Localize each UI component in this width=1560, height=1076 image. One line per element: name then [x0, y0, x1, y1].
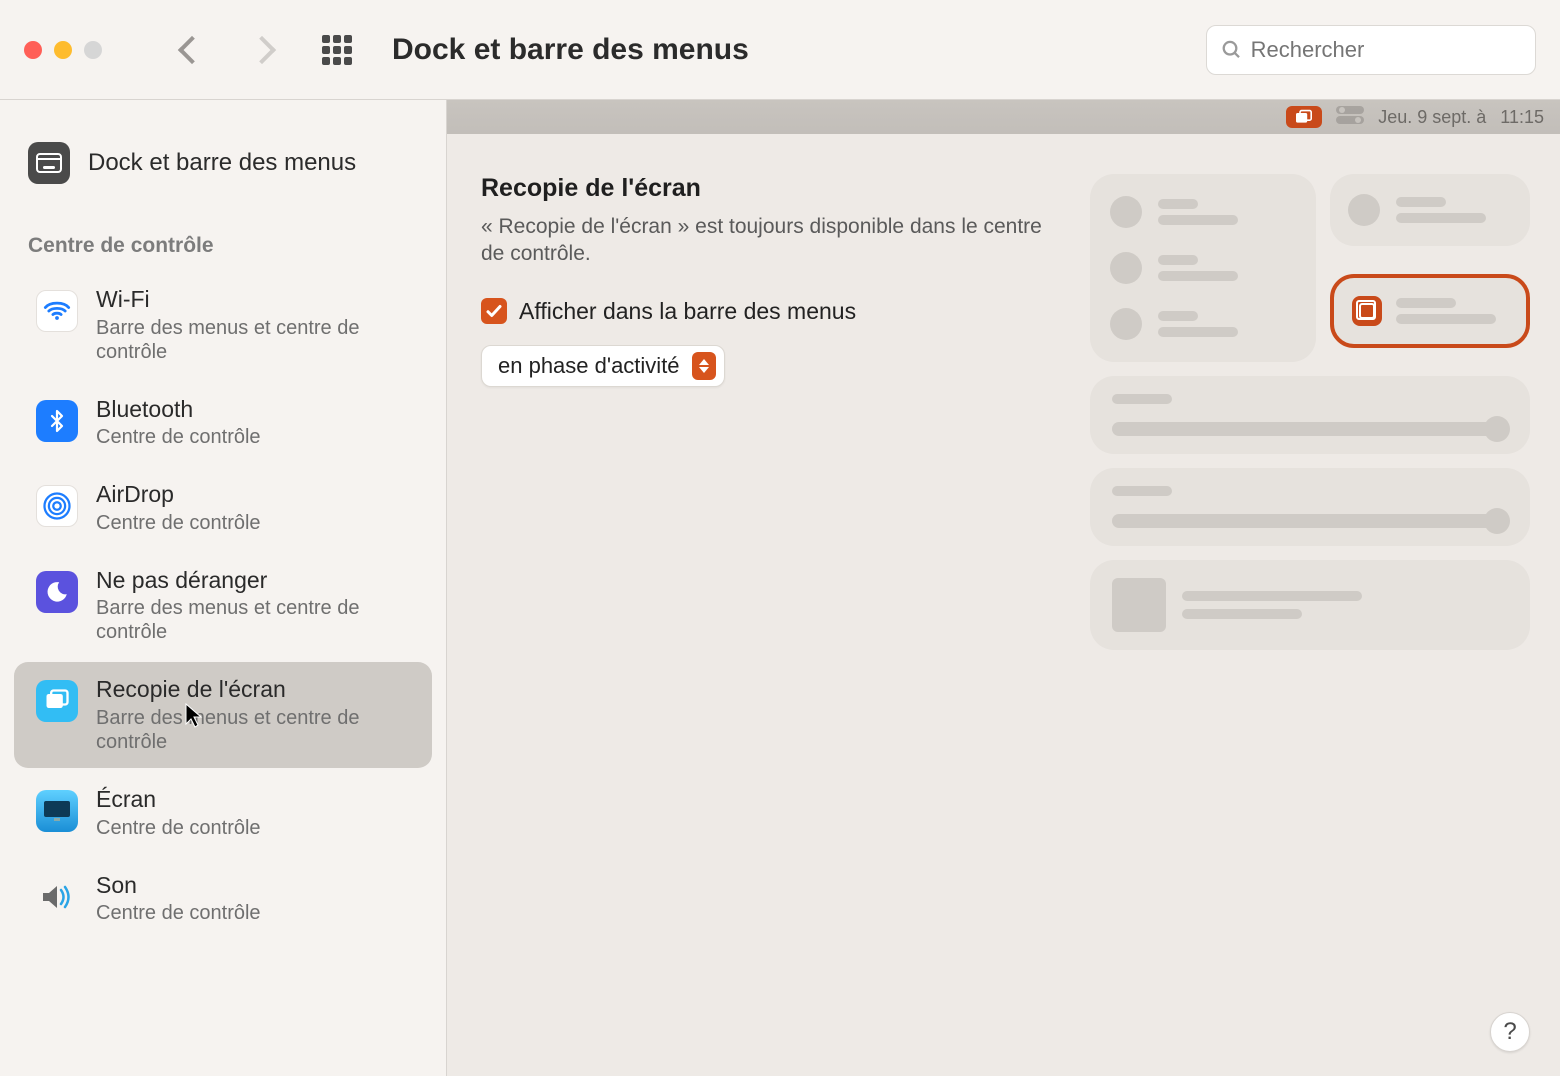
sidebar-header-item[interactable]: Dock et barre des menus [0, 112, 446, 214]
sound-icon [36, 876, 78, 918]
sidebar-item-label: Ne pas déranger [96, 567, 410, 595]
settings-heading: Recopie de l'écran [481, 174, 1060, 203]
search-icon [1221, 38, 1243, 62]
airdrop-icon [36, 485, 78, 527]
help-glyph: ? [1503, 1018, 1516, 1046]
forward-button [252, 40, 272, 60]
wifi-icon [36, 290, 78, 332]
show-all-prefs-button[interactable] [322, 35, 352, 65]
settings-description: « Recopie de l'écran » est toujours disp… [481, 213, 1060, 268]
sidebar-item-label: Recopie de l'écran [96, 676, 410, 704]
sidebar-item-sublabel: Centre de contrôle [96, 425, 261, 449]
minimize-window-button[interactable] [54, 41, 72, 59]
show-in-menubar-label: Afficher dans la barre des menus [519, 298, 856, 325]
sidebar-item-screen-mirroring[interactable]: Recopie de l'écran Barre des menus et ce… [14, 662, 432, 768]
menubar-date: Jeu. 9 sept. à [1378, 107, 1486, 128]
sidebar-item-sublabel: Barre des menus et centre de contrôle [96, 596, 410, 644]
preview-highlight-mirroring [1330, 274, 1530, 348]
bluetooth-icon [36, 400, 78, 442]
sidebar-item-dnd[interactable]: Ne pas déranger Barre des menus et centr… [14, 553, 432, 659]
moon-icon [36, 571, 78, 613]
control-center-preview [1090, 174, 1530, 664]
search-field[interactable] [1206, 25, 1536, 75]
select-value: en phase d'activité [498, 353, 680, 379]
menubar-mirroring-icon [1286, 106, 1322, 128]
sidebar-item-airdrop[interactable]: AirDrop Centre de contrôle [14, 467, 432, 549]
sidebar-item-sound[interactable]: Son Centre de contrôle [14, 858, 432, 940]
content-pane: Jeu. 9 sept. à 11:15 Recopie de l'écran … [446, 100, 1560, 1076]
menubar-control-center-icon [1336, 106, 1364, 129]
traffic-lights [24, 41, 102, 59]
window-toolbar: Dock et barre des menus [0, 0, 1560, 100]
show-condition-select[interactable]: en phase d'activité [481, 345, 725, 387]
sidebar-item-sublabel: Barre des menus et centre de contrôle [96, 316, 410, 364]
show-in-menubar-checkbox[interactable] [481, 298, 507, 324]
sidebar-section-header: Centre de contrôle [0, 214, 446, 268]
sidebar-item-wifi[interactable]: Wi-Fi Barre des menus et centre de contr… [14, 272, 432, 378]
sidebar-item-label: Bluetooth [96, 396, 261, 424]
help-button[interactable]: ? [1490, 1012, 1530, 1052]
dock-menubar-icon [28, 142, 70, 184]
search-input[interactable] [1251, 37, 1521, 63]
checkmark-icon [485, 302, 503, 320]
close-window-button[interactable] [24, 41, 42, 59]
fullscreen-window-button [84, 41, 102, 59]
sidebar-item-label: Son [96, 872, 261, 900]
nav-buttons [182, 40, 272, 60]
menubar-preview: Jeu. 9 sept. à 11:15 [447, 100, 1560, 134]
sidebar-item-sublabel: Centre de contrôle [96, 901, 261, 925]
preview-mirroring-icon [1352, 296, 1382, 326]
window-title: Dock et barre des menus [392, 33, 1206, 67]
updown-icon [692, 352, 716, 380]
sidebar-item-sublabel: Centre de contrôle [96, 511, 261, 535]
sidebar-item-display[interactable]: Écran Centre de contrôle [14, 772, 432, 854]
screen-mirroring-icon [36, 680, 78, 722]
chevron-right-icon [248, 35, 276, 63]
sidebar-item-label: AirDrop [96, 481, 261, 509]
sidebar-item-sublabel: Centre de contrôle [96, 816, 261, 840]
sidebar-item-label: Écran [96, 786, 261, 814]
sidebar: Dock et barre des menus Centre de contrô… [0, 100, 446, 1076]
back-button[interactable] [182, 40, 202, 60]
display-icon [36, 790, 78, 832]
menubar-time: 11:15 [1500, 107, 1544, 128]
sidebar-item-sublabel: Barre des menus et centre de contrôle [96, 706, 410, 754]
sidebar-item-label: Wi-Fi [96, 286, 410, 314]
sidebar-item-bluetooth[interactable]: Bluetooth Centre de contrôle [14, 382, 432, 464]
sidebar-header-label: Dock et barre des menus [88, 149, 356, 177]
chevron-left-icon [178, 35, 206, 63]
